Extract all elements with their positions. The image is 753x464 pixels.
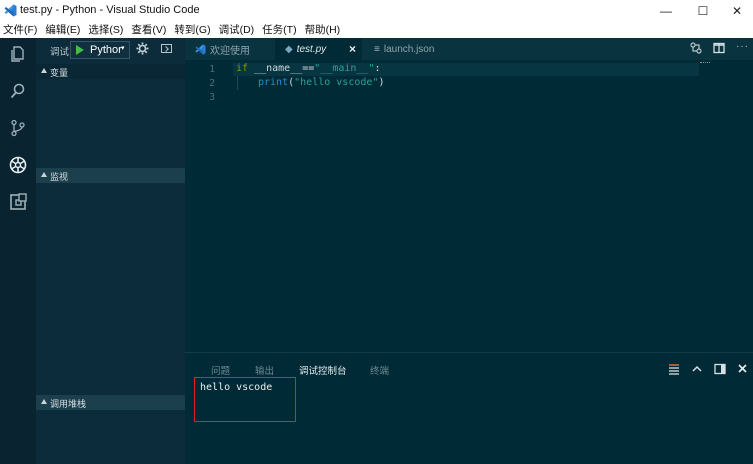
code-line-1[interactable]: if __name__=="__main__": xyxy=(236,63,381,74)
code-line-2[interactable]: print("hello vscode") xyxy=(258,77,384,88)
keyword-token: if xyxy=(236,63,249,74)
files-icon xyxy=(11,46,24,62)
call-stack-section-header[interactable]: 调用堆栈 xyxy=(36,395,185,410)
caret-icon xyxy=(41,68,47,73)
search-icon xyxy=(10,83,25,99)
tab-debug-console[interactable]: 调试控制台 xyxy=(299,363,347,377)
tab-test-py[interactable]: ◆ test.py × xyxy=(275,38,362,60)
toggle-panel-position-icon[interactable] xyxy=(714,363,726,375)
gear-icon[interactable] xyxy=(136,42,149,55)
menu-edit[interactable]: 编辑(E) xyxy=(41,22,84,38)
split-editor-icon[interactable] xyxy=(713,42,725,54)
vscode-icon xyxy=(4,4,17,17)
paren-token: ) xyxy=(378,77,385,88)
tab-problems[interactable]: 问题 xyxy=(211,363,230,377)
debug-sidebar: 调试 Pythor ▾ 变量 监视 调用堆栈 xyxy=(36,38,185,464)
highlight-box xyxy=(194,377,296,422)
tab-terminal[interactable]: 终端 xyxy=(370,363,389,377)
variables-label: 变量 xyxy=(50,68,69,78)
open-changes-icon[interactable] xyxy=(690,42,702,54)
extensions-button[interactable] xyxy=(6,190,30,214)
tab-label: 欢迎使用 xyxy=(210,45,250,57)
overview-ruler-mark xyxy=(700,62,710,64)
colon-token: : xyxy=(374,63,381,74)
tab-label: test.py xyxy=(296,43,327,55)
tab-output[interactable]: 输出 xyxy=(255,363,274,377)
menu-bar: 文件(F) 编辑(E) 选择(S) 查看(V) 转到(G) 调试(D) 任务(T… xyxy=(0,22,753,38)
menu-view[interactable]: 查看(V) xyxy=(127,22,170,38)
close-panel-icon[interactable] xyxy=(737,363,748,374)
menu-file[interactable]: 文件(F) xyxy=(0,22,41,38)
close-icon: ✕ xyxy=(731,4,743,18)
activity-bar xyxy=(0,38,36,464)
line-number: 1 xyxy=(209,64,215,75)
watch-section-header[interactable]: 监视 xyxy=(36,168,185,183)
string-token: "hello vscode" xyxy=(294,77,379,88)
source-control-icon xyxy=(11,119,25,137)
window-title: test.py - Python - Visual Studio Code xyxy=(20,4,200,16)
menu-help[interactable]: 帮助(H) xyxy=(301,22,345,38)
menu-go[interactable]: 转到(G) xyxy=(170,22,214,38)
string-token: "__main__" xyxy=(314,63,375,74)
tab-welcome[interactable]: 欢迎使用 xyxy=(185,38,275,60)
editor-tabs: 欢迎使用 ◆ test.py × ≡ launch.json ··· xyxy=(185,38,753,60)
function-token: print xyxy=(258,77,289,88)
explorer-button[interactable] xyxy=(6,42,30,66)
indent-guide xyxy=(237,76,238,90)
search-button[interactable] xyxy=(6,79,30,103)
watch-label: 监视 xyxy=(50,172,69,182)
clear-console-icon[interactable] xyxy=(668,363,680,375)
title-bar: test.py - Python - Visual Studio Code — … xyxy=(0,0,753,22)
call-stack-label: 调用堆栈 xyxy=(50,399,87,409)
extensions-icon xyxy=(10,193,27,210)
line-number: 3 xyxy=(209,92,215,103)
bottom-panel: 问题 输出 调试控制台 终端 hello vscode xyxy=(185,352,753,464)
json-file-icon: ≡ xyxy=(374,43,380,55)
maximize-icon: ☐ xyxy=(697,4,709,18)
debug-config-select[interactable]: Pythor ▾ xyxy=(70,41,130,59)
chevron-up-icon[interactable] xyxy=(691,363,703,375)
operator-token: == xyxy=(302,63,315,74)
vscode-icon xyxy=(195,43,206,55)
variables-section-header[interactable]: 变量 xyxy=(36,64,185,79)
debug-icon xyxy=(9,156,27,174)
start-debugging-icon[interactable] xyxy=(76,45,84,55)
python-file-icon: ◆ xyxy=(285,43,293,55)
debug-view-button[interactable] xyxy=(6,153,30,177)
minimize-button[interactable]: — xyxy=(645,0,687,22)
editor-area: 欢迎使用 ◆ test.py × ≡ launch.json ··· 1 2 3… xyxy=(185,38,753,352)
menu-debug[interactable]: 调试(D) xyxy=(215,22,259,38)
debug-label: 调试 xyxy=(50,47,70,58)
line-number: 2 xyxy=(209,78,215,89)
debug-toolbar: 调试 Pythor ▾ xyxy=(36,38,185,62)
open-console-icon[interactable] xyxy=(161,44,172,53)
more-actions-icon[interactable]: ··· xyxy=(736,41,749,52)
menu-tasks[interactable]: 任务(T) xyxy=(258,22,300,38)
debug-configuration-name: Pythor xyxy=(90,44,122,56)
line-number-gutter: 1 2 3 xyxy=(185,60,227,352)
close-window-button[interactable]: ✕ xyxy=(716,0,753,22)
identifier-token: __name__ xyxy=(248,63,303,74)
tab-launch-json[interactable]: ≡ launch.json xyxy=(362,38,452,60)
close-tab-icon[interactable]: × xyxy=(349,42,356,56)
caret-icon xyxy=(41,172,47,177)
minimize-icon: — xyxy=(660,4,672,18)
source-control-button[interactable] xyxy=(6,116,30,140)
tab-label: launch.json xyxy=(383,43,435,55)
chevron-down-icon: ▾ xyxy=(121,45,125,52)
caret-icon xyxy=(41,399,47,404)
menu-selection[interactable]: 选择(S) xyxy=(84,22,127,38)
